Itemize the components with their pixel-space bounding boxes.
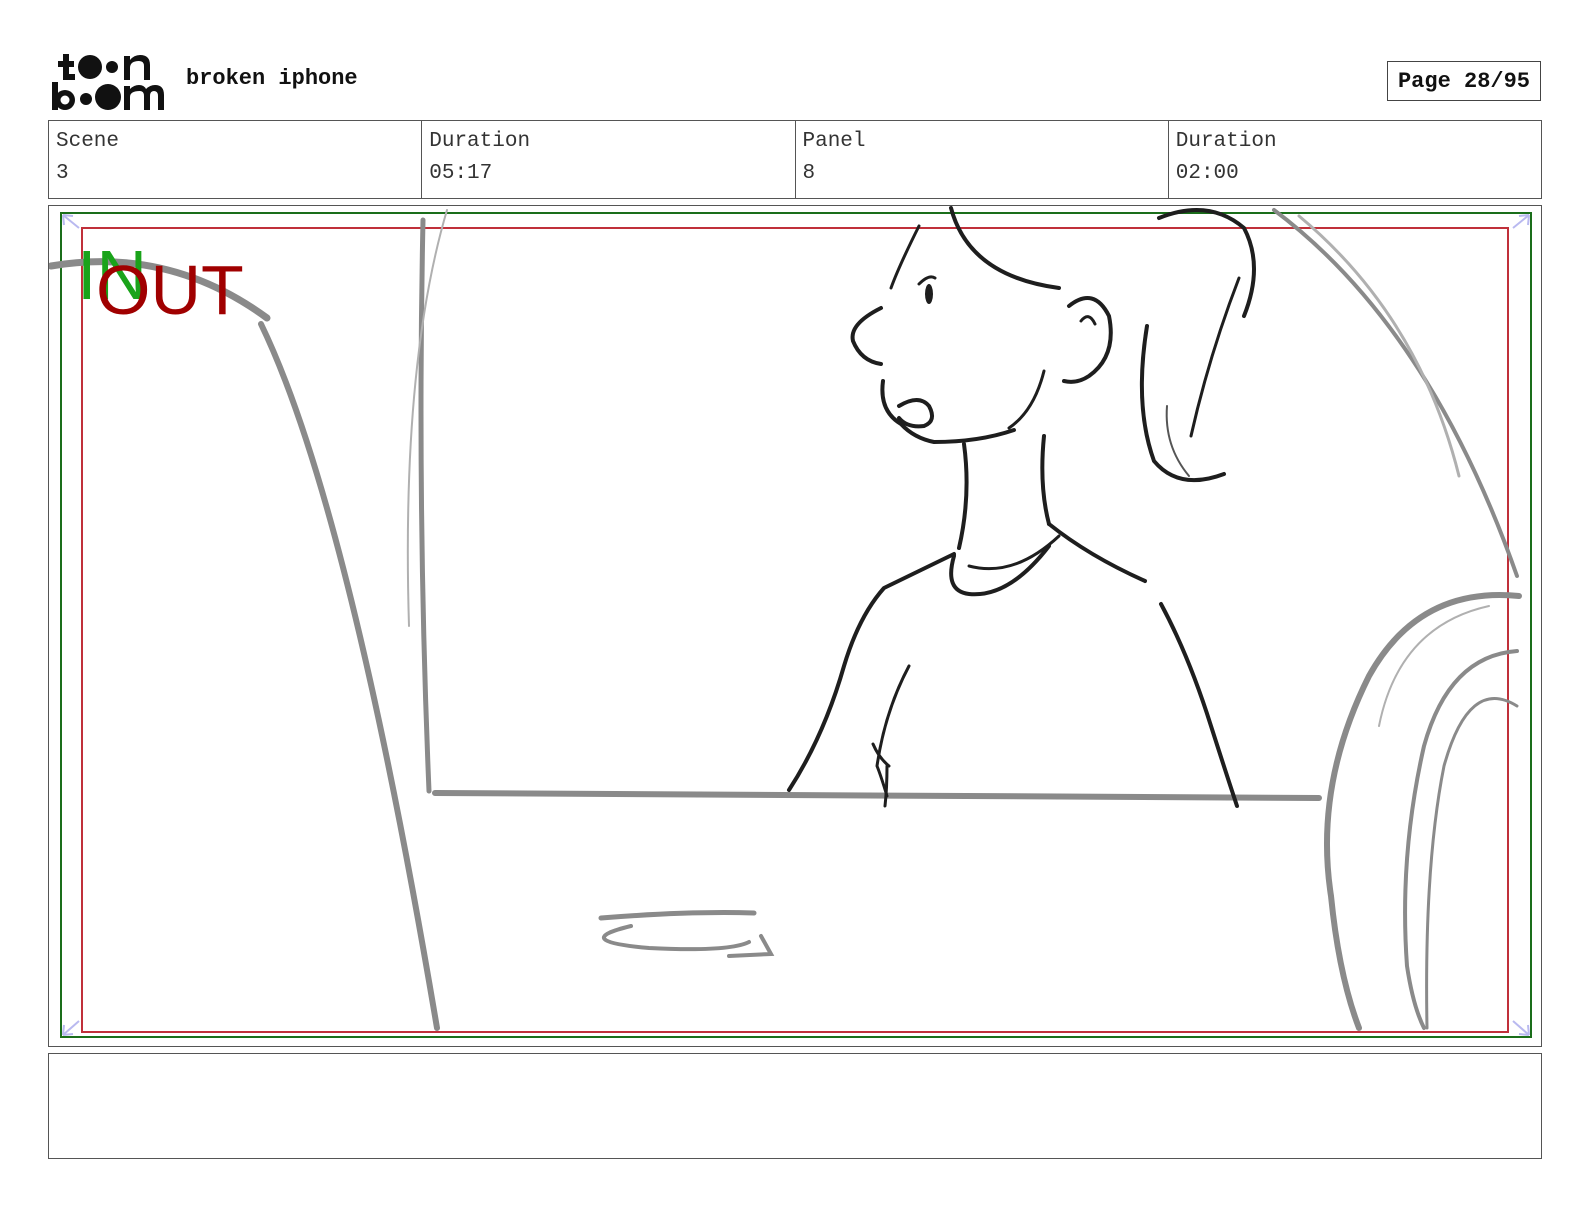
page-indicator: Page 28/95 — [1387, 61, 1541, 101]
notes-box[interactable] — [48, 1053, 1542, 1159]
scene-value: 3 — [56, 162, 69, 185]
panel-cell: Panel 8 — [794, 121, 1168, 198]
scene-cell: Scene 3 — [49, 121, 421, 198]
title-safe-frame — [81, 227, 1509, 1033]
scene-duration-value: 05:17 — [429, 162, 493, 185]
panel-value: 8 — [802, 162, 816, 185]
storyboard-panel: IN OUT — [48, 205, 1542, 1047]
project-title: broken iphone — [186, 66, 358, 91]
panel-duration-cell: Duration 02:00 — [1167, 121, 1541, 198]
corner-arrows — [62, 214, 1530, 1036]
out-marker: OUT — [96, 251, 244, 329]
scene-label: Scene — [56, 130, 120, 153]
panel-duration-value: 02:00 — [1175, 162, 1239, 185]
car-sketch — [49, 208, 1522, 1031]
safe-frame — [60, 212, 1532, 1038]
scene-duration-label: Duration — [429, 130, 531, 153]
panel-duration-label: Duration — [1175, 130, 1277, 153]
toonboom-logo — [50, 50, 168, 112]
character-sketch — [787, 206, 1256, 808]
panel-label: Panel — [802, 130, 866, 153]
panel-drawing: IN OUT — [49, 206, 1532, 1038]
panel-info-table: Scene 3 Duration 05:17 Panel 8 Duration … — [48, 120, 1542, 199]
scene-duration-cell: Duration 05:17 — [421, 121, 794, 198]
